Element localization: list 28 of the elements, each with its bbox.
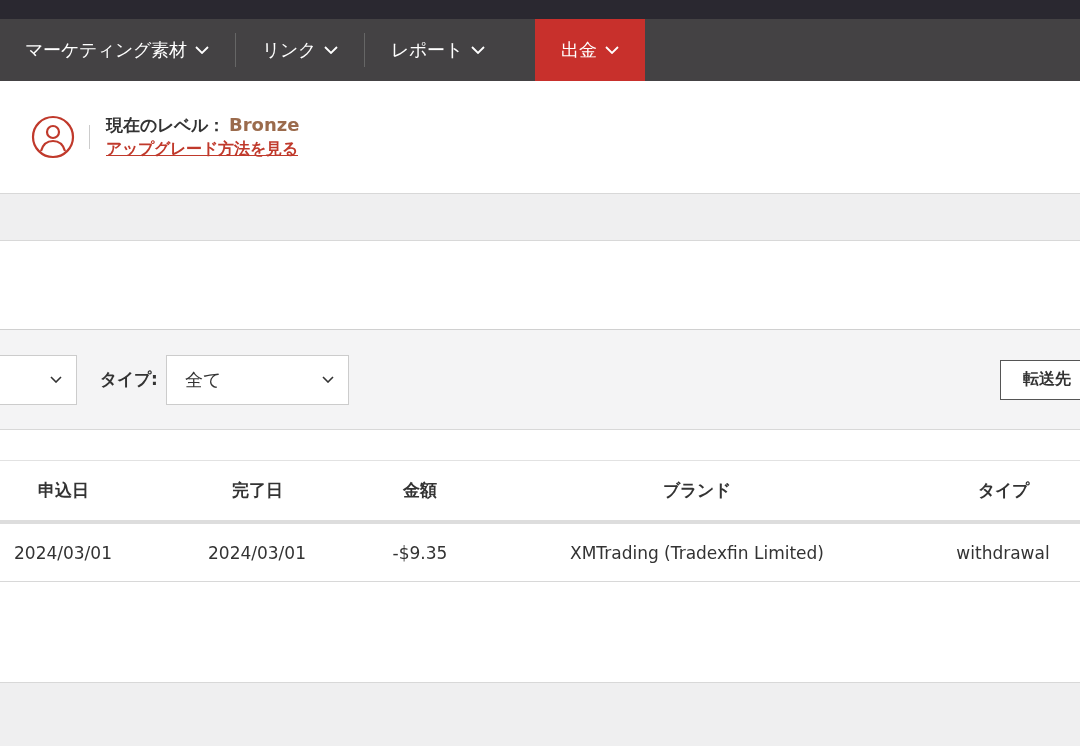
- transfer-button[interactable]: 転送先: [1000, 359, 1080, 400]
- chevron-down-icon: [321, 376, 334, 383]
- level-label: 現在のレベル：: [106, 114, 225, 137]
- upgrade-link[interactable]: アップグレード方法を見る: [106, 139, 298, 160]
- table-cell: -$9.35: [392, 542, 448, 563]
- type-label: タイプ:: [100, 368, 158, 391]
- chevron-down-icon: [195, 46, 209, 54]
- table-cell: 2024/03/01: [208, 542, 306, 563]
- chevron-down-icon: [471, 46, 485, 54]
- column-header: タイプ: [977, 479, 1029, 502]
- column-header: 完了日: [231, 479, 283, 502]
- nav-tab[interactable]: 出金: [535, 19, 645, 81]
- chevron-down-icon: [605, 46, 619, 54]
- column-header: 金額: [403, 479, 437, 502]
- table-cell: 2024/03/01: [14, 542, 112, 563]
- nav-tab[interactable]: マーケティング素材: [0, 19, 235, 81]
- nav-tab[interactable]: リンク: [236, 19, 364, 81]
- chevron-down-icon: [50, 376, 62, 383]
- table-cell: withdrawal: [956, 542, 1050, 563]
- column-header: 申込日: [37, 479, 89, 502]
- type-dropdown[interactable]: 全て: [165, 354, 349, 405]
- table-cell: XMTrading (Tradexfin Limited): [570, 542, 824, 563]
- column-header: ブランド: [663, 479, 731, 502]
- user-icon: [31, 115, 75, 159]
- dropdown-field[interactable]: [0, 354, 77, 405]
- level-value: Bronze: [229, 114, 300, 135]
- chevron-down-icon: [324, 46, 338, 54]
- nav-tab[interactable]: レポート: [365, 19, 511, 81]
